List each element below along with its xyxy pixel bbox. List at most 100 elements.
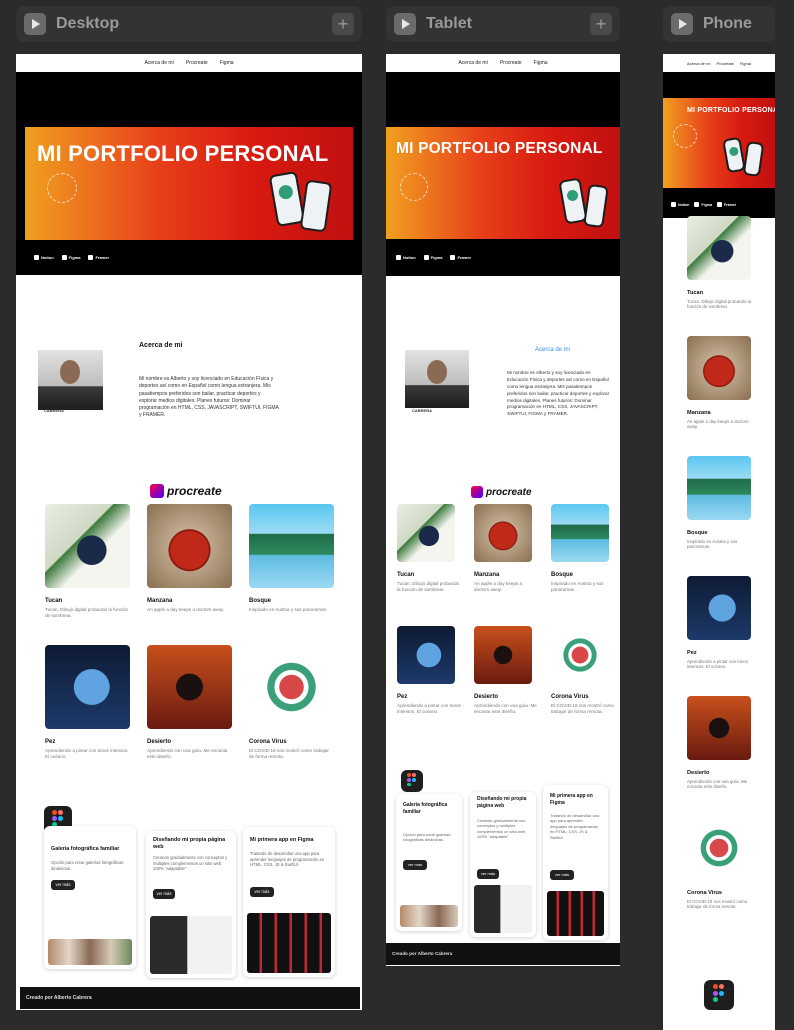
gallery-card-desc: Aprendiendo con una guía. Me encanta est… [147,748,228,759]
project-card[interactable]: Galería fotográfica familiar Opción para … [44,826,136,969]
gallery-card-desc: Inspirado en Austria y sus panoramas. [249,607,328,612]
figma-icon [61,255,67,260]
notion-logo: Notion [396,255,416,260]
gallery-image[interactable] [551,504,609,562]
hero-section: MI PORTFOLIO PERSONAL Notion Figma Frame… [16,72,362,275]
footer: Creado por Alberto Cabrera [20,987,360,1009]
project-card[interactable]: Mi primera app en Figma Tratando de desar… [543,785,608,940]
gallery-image[interactable] [397,626,455,684]
figma-logo-dot [718,983,725,990]
about-body: Mi nombre es Alberto y soy licenciado en… [507,370,610,417]
circle-logo [47,173,77,203]
phone-mockup [299,179,333,233]
gallery-card-desc: Aprendiendo con una guía. Me encanta est… [474,703,537,714]
nav-link-figma[interactable]: Figma [220,60,234,66]
see-more-button[interactable]: ver más [51,880,75,890]
plus-icon[interactable]: + [332,13,354,35]
gallery-card-desc: El COVID-19 nos mostró como trabajar de … [551,703,615,714]
frame-title-phone: Phone [703,15,752,32]
gallery-image[interactable] [397,504,455,562]
figma-logo: Figma [61,255,80,260]
gallery-image[interactable] [551,626,609,684]
nav-link-figma[interactable]: Figma [534,60,548,66]
procreate-badge: procreate [468,484,535,500]
gallery-image[interactable] [45,645,130,729]
about-heading: Acerca de mi [139,342,183,349]
play-icon[interactable] [24,13,46,35]
tablet-frame-header[interactable]: Tablet + [386,6,620,42]
gallery-image[interactable] [249,645,334,729]
hero-banner: MI PORTFOLIO PERSONAL [386,127,620,239]
framer-icon [88,255,94,260]
phone-frame-header[interactable]: Phone [663,6,775,42]
see-more-button[interactable]: ver más [250,887,274,897]
gallery-card-title: Desierto [687,770,710,776]
figma-logo-dot [407,772,412,777]
gallery-image[interactable] [249,504,334,588]
play-icon[interactable] [394,13,416,35]
nav-link-figma[interactable]: Figma [740,61,751,66]
project-screenshot [474,885,532,933]
project-card[interactable]: Diseñando mi propia página web Creando gr… [146,831,236,978]
gallery-image[interactable] [147,645,232,729]
hero-title: MI PORTFOLIO PERSONAL [687,107,775,114]
gallery-card-desc: Inspirado en Austria y sus panoramas. [687,538,738,550]
project-title: Mi primera app en Figma [250,837,314,843]
project-title: Galería fotográfica familiar [403,802,448,815]
gallery-card-title: Tucan [45,598,63,604]
gallery-image[interactable] [687,456,751,520]
gallery-image[interactable] [687,216,751,280]
figma-logo-dot [411,777,416,782]
nav-link-about[interactable]: Acerca de mí [144,60,173,66]
nav-link-about[interactable]: Acerca de mí [687,61,711,66]
gallery-image[interactable] [45,504,130,588]
nav-link-procreate[interactable]: Procreate [717,61,734,66]
plus-icon[interactable]: + [590,13,612,35]
figma-logo-dot [712,997,719,1003]
nav-link-about[interactable]: Acerca de mí [458,60,487,66]
project-title: Galería fotográfica familiar [51,846,120,852]
gallery-card-title: Pez [45,739,56,745]
project-title: Diseñando mi propia página web [153,837,226,851]
notion-icon [34,255,39,260]
gallery-card-desc: An apple a day keeps a doctors away. [147,607,225,612]
hero-banner: MI PORTFOLIO PERSONAL [663,98,775,188]
gallery-image[interactable] [687,696,751,760]
gallery-card-title: Tucan [397,572,415,578]
project-card[interactable]: Diseñando mi propia página web Creando gr… [470,792,536,937]
top-nav: Acerca de mí Procreate Figma [386,54,620,72]
gallery-card-title: Tucan [687,290,704,296]
framer-icon [450,255,456,260]
project-screenshot [400,905,458,927]
gallery-card-title: Desierto [474,694,499,700]
gallery-image[interactable] [147,504,232,588]
desktop-frame-header[interactable]: Desktop + [16,6,362,42]
nav-link-procreate[interactable]: Procreate [186,60,208,66]
project-desc: Opción para crear galerías fotográficas … [403,832,451,843]
gallery-image[interactable] [474,504,532,562]
figma-logo-dot [718,990,725,996]
gallery-card-desc: An apple a day keeps a doctors away. [687,418,749,430]
see-more-button[interactable]: ver más [403,860,427,870]
see-more-button[interactable]: ver más [153,889,175,899]
gallery-image[interactable] [687,816,751,880]
project-card[interactable]: Galería fotográfica familiar Opción para … [396,794,462,931]
project-screenshot [247,913,331,973]
gallery-image[interactable] [687,576,751,640]
phone-mockup [268,170,306,228]
nav-link-procreate[interactable]: Procreate [500,60,522,66]
figma-logo-dot [712,983,719,990]
top-nav: Acerca de mí Procreate Figma [16,54,362,72]
figma-icon [694,202,700,207]
figma-logo-dot [712,990,719,996]
see-more-button[interactable]: ver más [550,870,574,880]
circle-logo [400,173,428,201]
play-icon[interactable] [671,13,693,35]
see-more-button[interactable]: ver más [477,869,499,879]
photo-caption: CABRERA [44,408,64,413]
gallery-image[interactable] [474,626,532,684]
footer: Creado por Alberto Cabrera [386,943,620,965]
gallery-image[interactable] [687,336,751,400]
gallery-card-title: Bosque [249,598,272,604]
project-card[interactable]: Mi primera app en Figma Tratando de desar… [243,827,335,977]
